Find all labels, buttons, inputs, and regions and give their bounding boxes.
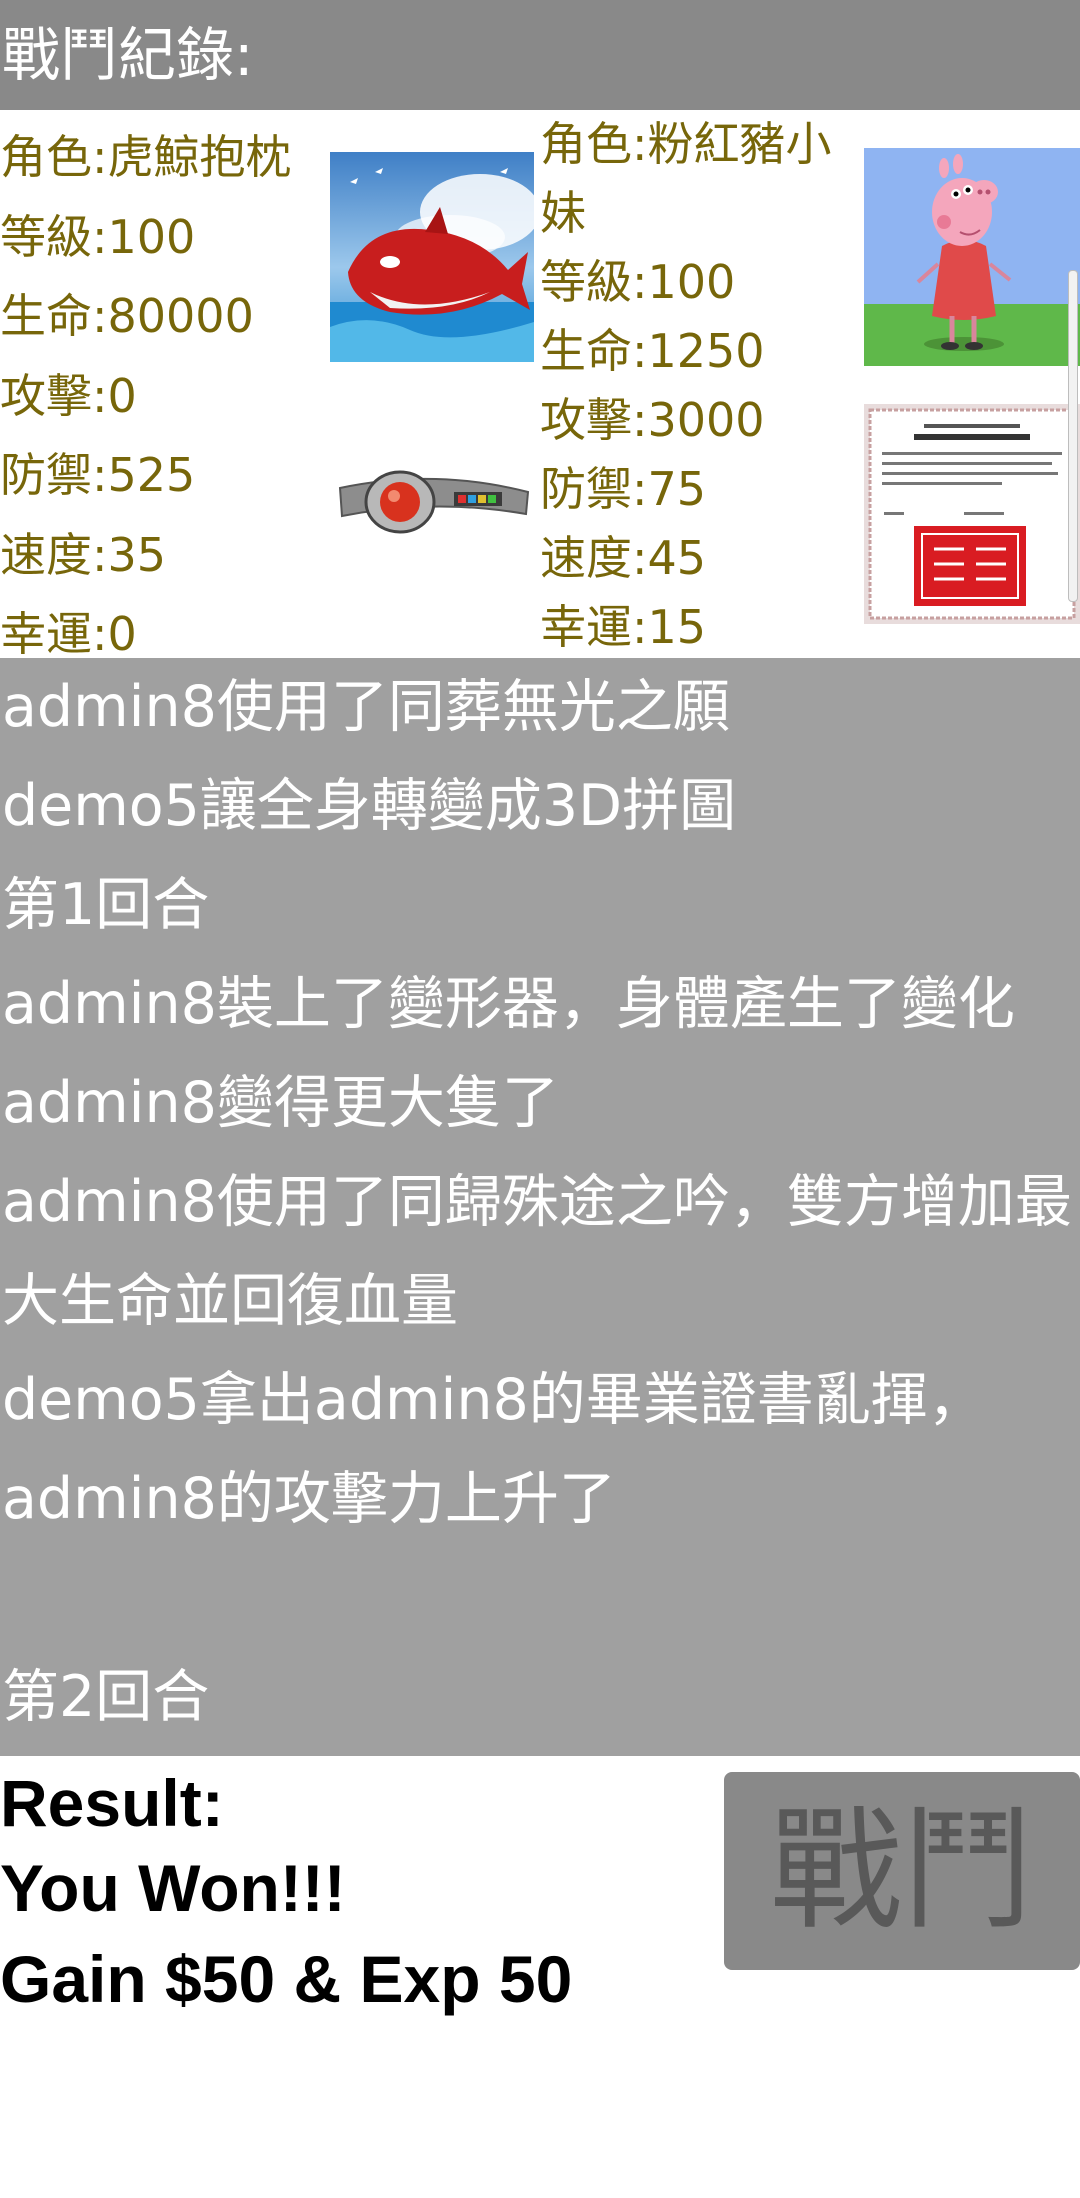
peppa-pig-image — [864, 148, 1080, 366]
log-line: demo5讓全身轉變成3D拼圖 — [2, 773, 737, 839]
player1-speed: 速度:35 — [0, 527, 167, 582]
battle-record-header: 戰鬥紀錄: — [0, 0, 1080, 110]
log-line: admin8使用了同葬無光之願 — [2, 674, 730, 740]
result-outcome: You Won!!! — [0, 1851, 346, 1925]
transformer-belt-image — [334, 458, 534, 542]
result-panel: Result: You Won!!! Gain $50 & Exp 50 — [0, 1756, 720, 2024]
diploma-certificate-image — [864, 404, 1080, 624]
player2-speed: 速度:45 — [540, 531, 707, 585]
log-line: admin8使用了同歸殊途之吟，雙方增加最大生命並回復血量 — [2, 1169, 1072, 1334]
player2-role: 角色:粉紅豬小妹 — [540, 117, 832, 240]
log-line: demo5拿出admin8的畢業證書亂揮，admin8的攻擊力上升了 — [2, 1367, 985, 1532]
player1-role: 角色:虎鯨抱枕 — [0, 130, 292, 184]
player1-level: 等級:100 — [0, 209, 196, 264]
player1-defense: 防禦:525 — [0, 448, 196, 502]
player2-defense: 防禦:75 — [540, 462, 707, 516]
fight-button[interactable]: 戰鬥 — [724, 1772, 1080, 1970]
player2-stats: 角色:粉紅豬小妹 等級:100 生命:1250 攻擊:3000 防禦:75 速度… — [540, 110, 840, 662]
player2-level: 等級:100 — [540, 255, 736, 309]
log-line: admin8裝上了變形器，身體產生了變化 — [2, 971, 1015, 1037]
player2-attack: 攻擊:3000 — [540, 393, 765, 447]
log-line: admin8變得更大隻了 — [2, 1070, 559, 1136]
stats-panel: 角色:虎鯨抱枕 等級:100 生命:80000 攻擊:0 防禦:525 速度:3… — [0, 110, 1080, 661]
player2-hp: 生命:1250 — [540, 324, 765, 378]
player1-attack: 攻擊:0 — [0, 368, 137, 423]
log-line: 第2回合 — [2, 1664, 210, 1730]
result-reward: Gain $50 & Exp 50 — [0, 1942, 573, 2016]
log-line: 第1回合 — [2, 872, 210, 938]
player1-hp: 生命:80000 — [0, 289, 254, 343]
player1-stats: 角色:虎鯨抱枕 等級:100 生命:80000 攻擊:0 防禦:525 速度:3… — [0, 118, 326, 675]
orca-plush-image — [330, 152, 534, 362]
player2-luck: 幸運:15 — [540, 600, 707, 654]
stats-scrollbar[interactable] — [1068, 270, 1078, 602]
battle-log[interactable]: admin8使用了同葬無光之願 demo5讓全身轉變成3D拼圖 第1回合 adm… — [0, 658, 1080, 1756]
result-label: Result: — [0, 1766, 224, 1840]
